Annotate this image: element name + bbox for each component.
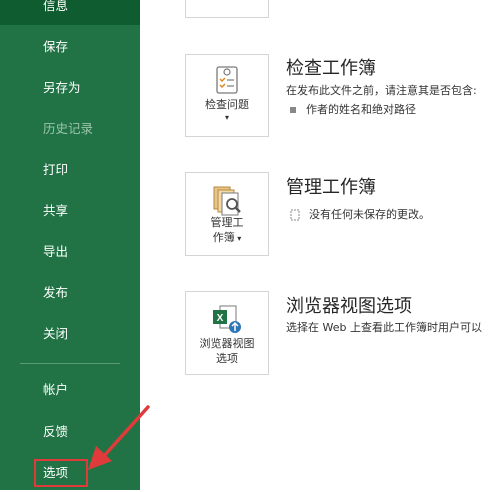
- inspect-title: 检查工作簿: [286, 58, 376, 79]
- nav-close[interactable]: 关闭: [0, 315, 140, 353]
- nav-info[interactable]: 信息: [0, 0, 140, 25]
- document-icon: [290, 209, 300, 221]
- nav-export[interactable]: 导出: [0, 233, 140, 271]
- inspect-bullet-text: 作者的姓名和绝对路径: [306, 103, 416, 116]
- browser-view-options-button[interactable]: X 浏览器视图 选项: [185, 291, 269, 375]
- nav-history: 历史记录: [43, 121, 94, 136]
- chevron-down-icon: ▾: [234, 234, 242, 243]
- nav-feedback[interactable]: 反馈: [0, 413, 140, 451]
- nav-print[interactable]: 打印: [0, 151, 140, 189]
- manage-status: 没有任何未保存的更改。: [290, 206, 430, 222]
- browser-view-label-2: 选项: [216, 352, 238, 365]
- browser-view-title: 浏览器视图选项: [286, 296, 412, 317]
- nav-share[interactable]: 共享: [0, 192, 140, 230]
- inspect-description: 在发布此文件之前，请注意其是否包含:: [286, 84, 477, 97]
- manage-workbook-label-2: 作簿 ▾: [212, 231, 242, 244]
- bullet-square-icon: [290, 107, 296, 113]
- inspect-document-icon: [216, 66, 238, 94]
- excel-web-icon: X: [213, 305, 241, 333]
- sidebar-divider: [20, 363, 120, 364]
- nav-publish[interactable]: 发布: [0, 274, 140, 312]
- browser-view-description: 选择在 Web 上查看此工作簿时用户可以: [286, 321, 482, 334]
- nav-save[interactable]: 保存: [0, 28, 140, 66]
- inspect-issues-button[interactable]: 检查问题 ▾: [185, 54, 269, 137]
- options-highlight-box: [34, 459, 88, 487]
- main-panel: 检查问题 ▾ 检查工作簿 在发布此文件之前，请注意其是否包含: 作者的姓名和绝对…: [140, 0, 502, 490]
- manage-title: 管理工作簿: [286, 177, 376, 198]
- manage-status-text: 没有任何未保存的更改。: [309, 208, 430, 221]
- nav-account[interactable]: 帐户: [0, 371, 140, 409]
- manage-workbook-label-1: 管理工: [210, 216, 244, 229]
- backstage-sidebar: 信息 保存 另存为 历史记录 打印 共享 导出 发布 关闭 帐户 反馈 选项: [0, 0, 140, 490]
- manage-workbook-button[interactable]: 管理工 作簿 ▾: [185, 172, 269, 256]
- inspect-bullet: 作者的姓名和绝对路径: [290, 101, 416, 117]
- svg-text:X: X: [217, 313, 224, 324]
- nav-save-as[interactable]: 另存为: [0, 69, 140, 107]
- browser-view-label-1: 浏览器视图: [199, 337, 255, 350]
- chevron-down-icon: ▾: [224, 113, 229, 122]
- protect-workbook-button[interactable]: [185, 0, 269, 18]
